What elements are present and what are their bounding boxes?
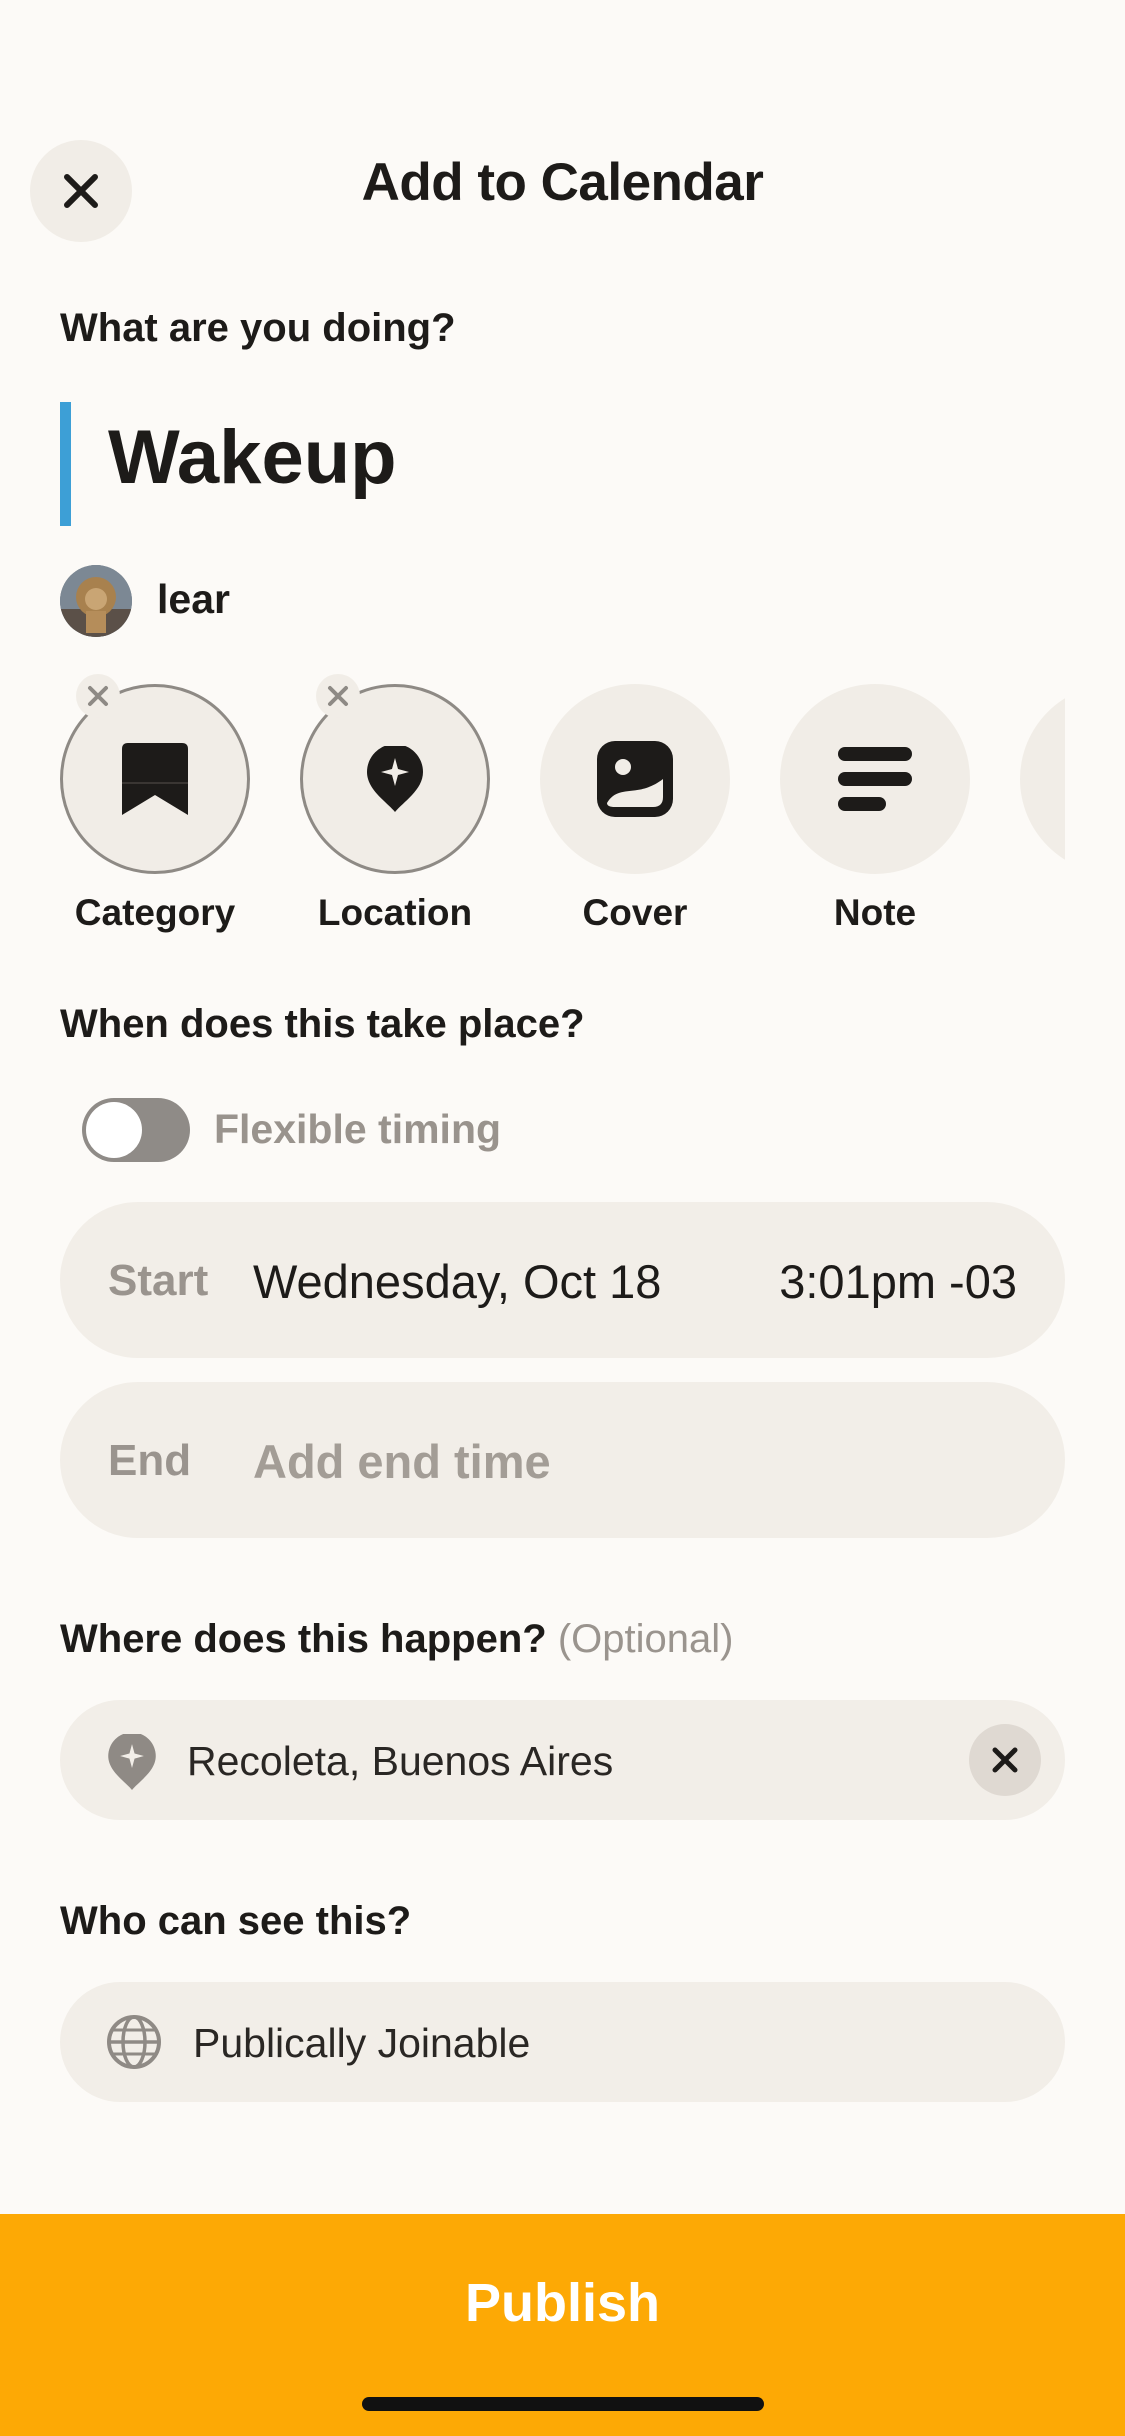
cover-button[interactable] [540,684,730,874]
toggle-knob [86,1102,142,1158]
flexible-timing-toggle[interactable] [82,1098,190,1162]
where-question: Where does this happen? (Optional) [60,1617,733,1662]
globe-icon [107,2015,161,2069]
what-question: What are you doing? [60,306,456,350]
note-button[interactable] [780,684,970,874]
who-question: Who can see this? [60,1899,412,1943]
note-label: Note [833,892,917,933]
location-label: Location [317,892,473,933]
location-field[interactable]: Recoleta, Buenos Aires [60,1700,1065,1820]
event-name-input[interactable]: Wakeup [108,414,397,501]
avatar[interactable] [60,565,132,637]
category-label: Category [74,892,236,933]
more-attachment-button[interactable] [1020,684,1065,874]
optional-tag: (Optional) [557,1617,734,1661]
home-indicator [362,2397,764,2411]
location-value: Recoleta, Buenos Aires [187,1738,614,1784]
end-time-row[interactable]: End Add end time [60,1382,1065,1538]
flexible-timing-label: Flexible timing [214,1106,502,1152]
start-label: Start [108,1256,209,1305]
visibility-value: Publically Joinable [193,2020,531,2066]
username: lear [157,576,230,622]
close-icon [992,1747,1018,1773]
end-label: End [108,1436,192,1485]
event-color-bar [60,402,71,526]
start-time-row[interactable]: Start Wednesday, Oct 18 3:01pm -03 [60,1202,1065,1358]
location-pin-icon [108,1734,156,1790]
close-icon [328,686,348,706]
cover-label: Cover [582,892,688,933]
start-time[interactable]: 3:01pm -03 [779,1254,1017,1309]
location-pin-icon [367,746,423,812]
close-icon [88,686,108,706]
end-time-placeholder[interactable]: Add end time [253,1434,551,1489]
image-icon [597,741,673,817]
remove-category-button[interactable] [76,674,120,718]
page-title: Add to Calendar [361,153,764,212]
publish-label[interactable]: Publish [0,2272,1125,2334]
visibility-field[interactable]: Publically Joinable [60,1982,1065,2102]
where-question-text: Where does this happen? [60,1617,547,1661]
remove-location-button[interactable] [316,674,360,718]
bookmark-icon [122,743,188,815]
note-lines-icon [838,747,912,811]
lion-avatar-image [60,565,132,637]
when-question: When does this take place? [60,1002,585,1046]
start-date[interactable]: Wednesday, Oct 18 [253,1254,661,1309]
clear-location-button[interactable] [969,1724,1041,1796]
